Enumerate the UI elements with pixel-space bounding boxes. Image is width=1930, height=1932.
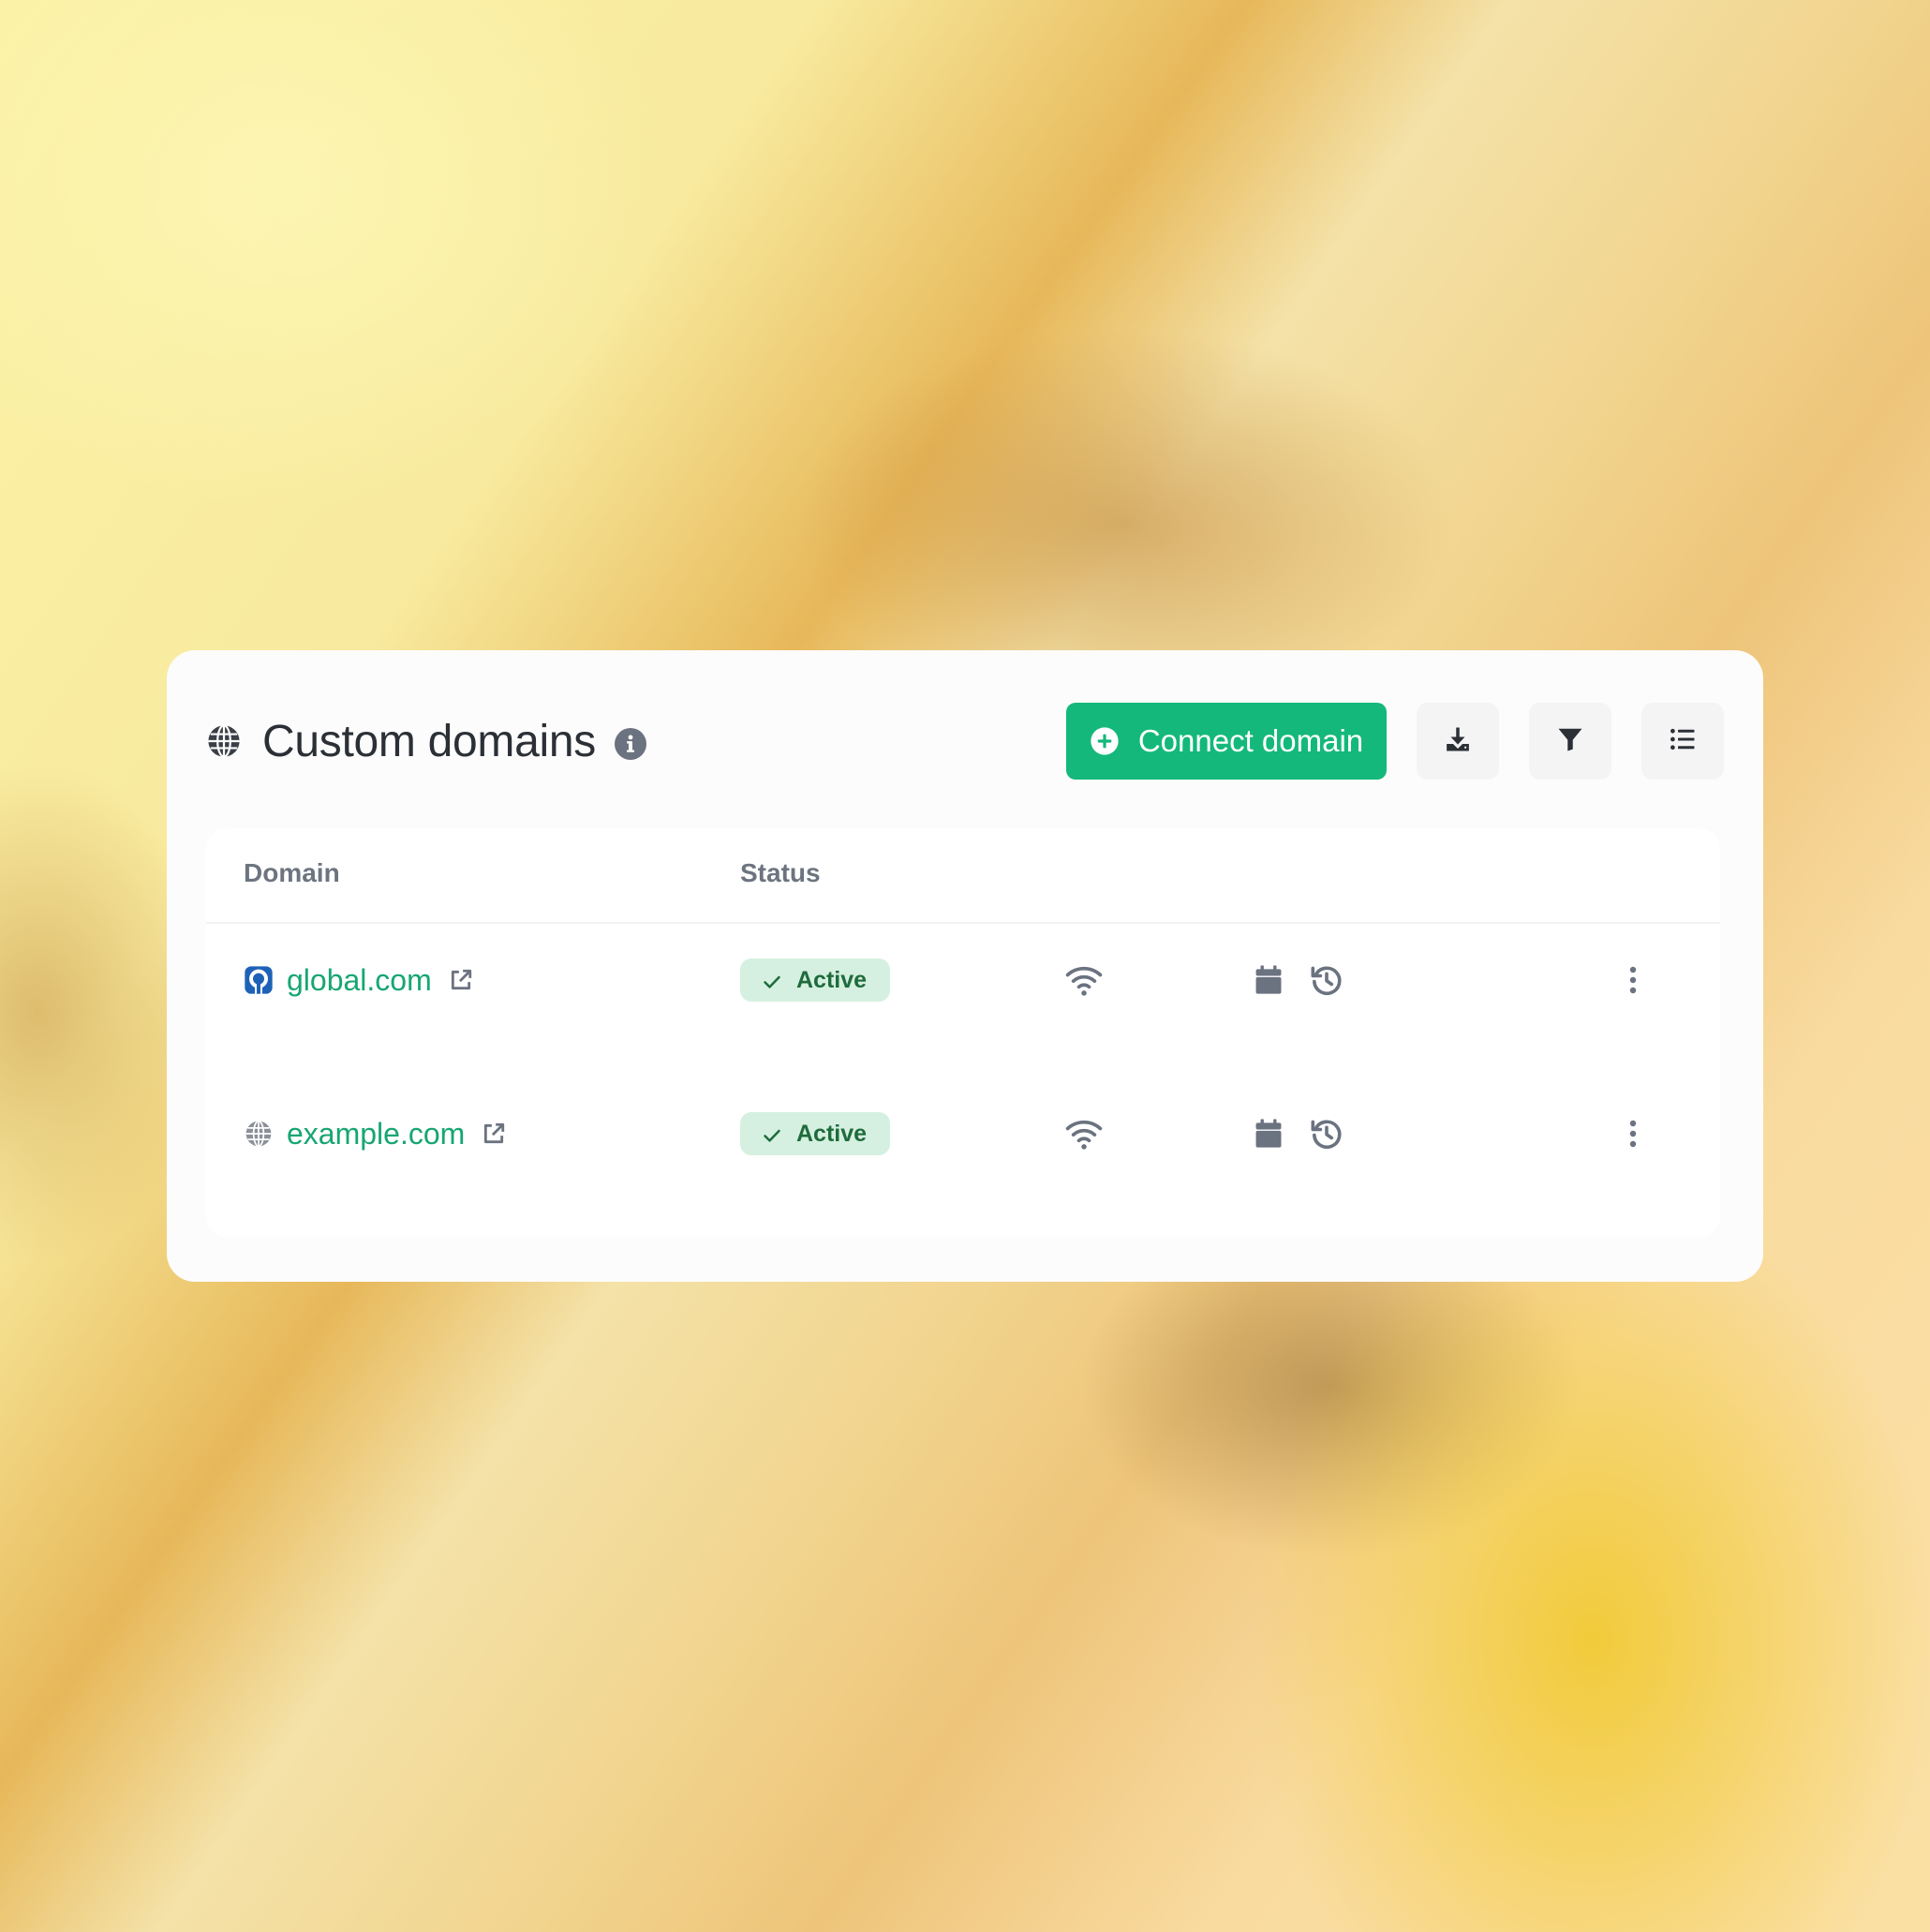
- list-icon: [1669, 725, 1697, 758]
- wifi-icon[interactable]: [1061, 1077, 1107, 1190]
- domain-link[interactable]: global.com: [287, 963, 432, 998]
- status-label: Active: [796, 1120, 868, 1147]
- connect-domain-button[interactable]: Connect domain: [1066, 703, 1387, 780]
- domains-table: Domain Status global.com Active example.…: [206, 828, 1720, 1237]
- title-group: Custom domains: [206, 703, 646, 780]
- table-header: Domain Status: [206, 828, 1720, 924]
- check-icon: [763, 1124, 781, 1143]
- external-link-icon[interactable]: [449, 968, 473, 992]
- calendar-icon[interactable]: [1250, 924, 1287, 1036]
- check-icon: [763, 971, 781, 989]
- more-vertical-icon[interactable]: [1619, 924, 1647, 1036]
- history-icon[interactable]: [1308, 1077, 1345, 1190]
- download-icon: [1444, 725, 1472, 758]
- download-button[interactable]: [1417, 703, 1499, 780]
- calendar-icon[interactable]: [1250, 1077, 1287, 1190]
- external-link-icon[interactable]: [482, 1122, 506, 1146]
- header-actions: Connect domain: [1066, 703, 1724, 780]
- table-row: example.com Active: [206, 1077, 1720, 1190]
- filter-button[interactable]: [1529, 703, 1611, 780]
- plus-circle-icon: [1090, 726, 1120, 756]
- domain-cell: example.com: [244, 1077, 506, 1190]
- status-cell: Active: [740, 924, 890, 1036]
- column-header-status[interactable]: Status: [740, 858, 821, 888]
- card-header: Custom domains Connect domain: [206, 703, 1724, 780]
- custom-domains-card: Custom domains Connect domain Domain Sta…: [167, 650, 1763, 1282]
- status-label: Active: [796, 966, 868, 993]
- list-view-button[interactable]: [1641, 703, 1724, 780]
- domain-cell: global.com: [244, 924, 473, 1036]
- domain-link[interactable]: example.com: [287, 1117, 465, 1152]
- status-badge: Active: [740, 959, 890, 1002]
- connect-domain-label: Connect domain: [1137, 723, 1364, 758]
- wifi-icon[interactable]: [1061, 924, 1107, 1036]
- column-header-domain[interactable]: Domain: [244, 858, 340, 888]
- page-title: Custom domains: [262, 716, 596, 766]
- info-icon[interactable]: [614, 728, 646, 760]
- history-icon[interactable]: [1308, 924, 1345, 1036]
- table-row: global.com Active: [206, 924, 1720, 1036]
- status-badge: Active: [740, 1112, 890, 1155]
- status-cell: Active: [740, 1077, 890, 1190]
- filter-icon: [1556, 725, 1584, 758]
- more-vertical-icon[interactable]: [1619, 1077, 1647, 1190]
- brand-favicon-icon: [244, 965, 274, 995]
- globe-icon: [244, 1119, 274, 1149]
- globe-icon: [206, 723, 242, 759]
